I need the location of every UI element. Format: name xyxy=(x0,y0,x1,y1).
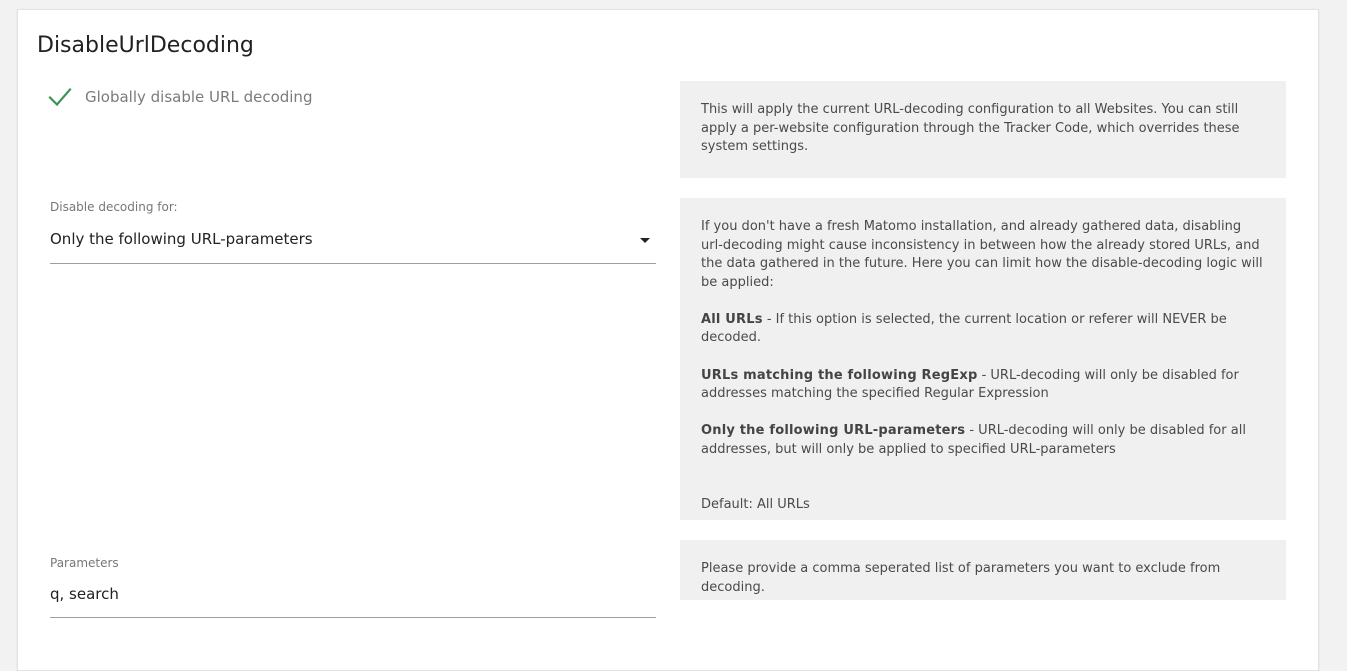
decoding-help-default: Default: All URLs xyxy=(701,497,810,513)
decoding-select-help: If you don't have a fresh Matomo install… xyxy=(680,198,1286,520)
parameters-input[interactable] xyxy=(50,582,656,618)
decoding-help-option: All URLs - If this option is selected, t… xyxy=(701,311,1227,346)
parameters-help: Please provide a comma seperated list of… xyxy=(680,540,1286,600)
decoding-help-intro: If you don't have a fresh Matomo install… xyxy=(701,219,1263,290)
decoding-help-option: URLs matching the following RegExp - URL… xyxy=(701,367,1239,402)
decoding-help-option: Only the following URL-parameters - URL-… xyxy=(701,423,1246,457)
parameters-help-text: Please provide a comma seperated list of… xyxy=(701,561,1221,595)
checkmark-icon xyxy=(48,85,72,109)
caret-down-icon xyxy=(640,238,650,243)
global-disable-help-text: This will apply the current URL-decoding… xyxy=(701,102,1240,155)
global-disable-checkbox[interactable]: Globally disable URL decoding xyxy=(48,83,312,111)
decoding-select-value: Only the following URL-parameters xyxy=(50,230,313,248)
global-disable-label: Globally disable URL decoding xyxy=(85,88,313,106)
settings-card: DisableUrlDecoding Globally disable URL … xyxy=(17,9,1319,671)
global-disable-help: This will apply the current URL-decoding… xyxy=(680,81,1286,178)
card-title: DisableUrlDecoding xyxy=(37,33,254,58)
parameters-label: Parameters xyxy=(50,556,119,570)
decoding-select[interactable]: Only the following URL-parameters xyxy=(50,226,656,264)
decoding-select-label: Disable decoding for: xyxy=(50,200,178,214)
